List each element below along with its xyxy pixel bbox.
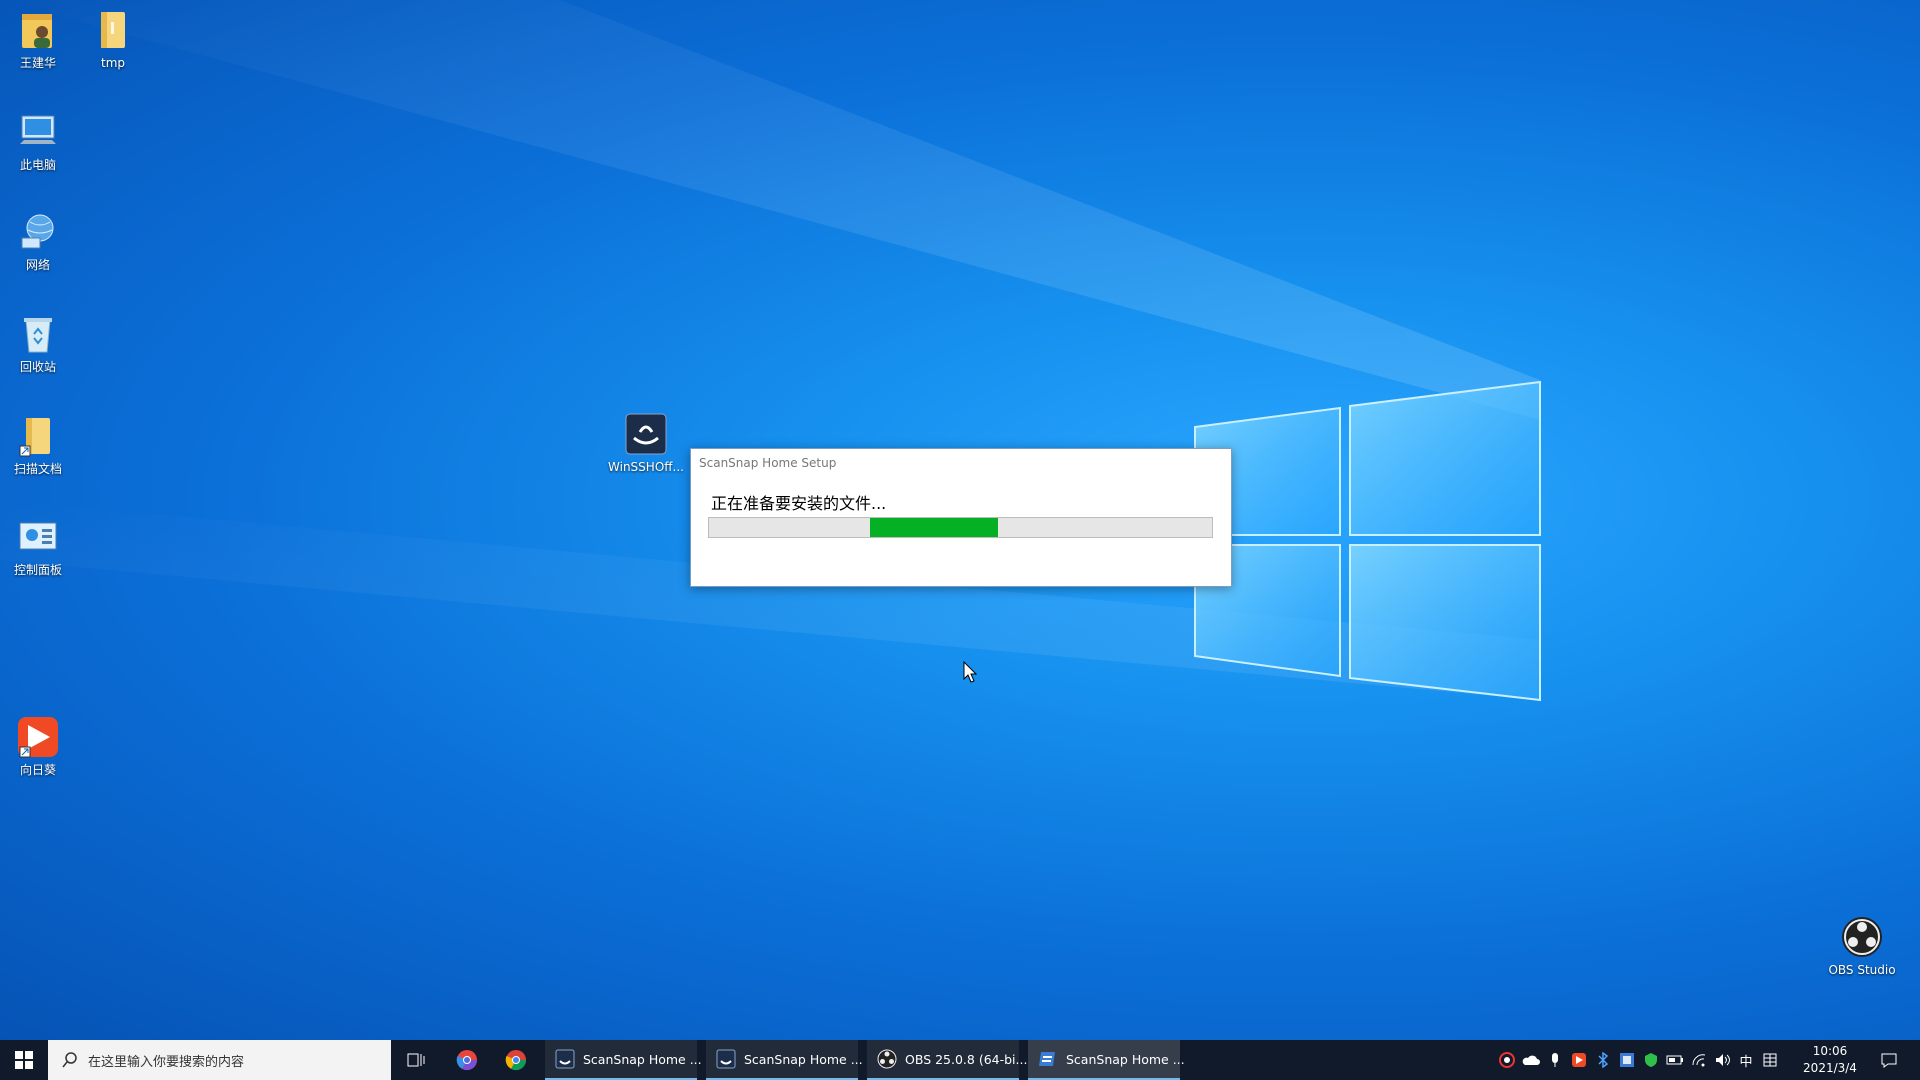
- obs-studio-icon: [1840, 915, 1884, 959]
- user-folder-icon: [16, 8, 60, 52]
- setup-dialog: ScanSnap Home Setup 正在准备要安装的文件...: [690, 448, 1232, 587]
- battery-icon: [1666, 1055, 1683, 1065]
- desktop-icon-label: WinSSHOff...: [608, 460, 684, 474]
- tray-scansnap[interactable]: [1616, 1040, 1638, 1080]
- bluetooth-icon: [1598, 1052, 1609, 1068]
- ime-grid-icon: [1763, 1053, 1777, 1067]
- desktop-background: 王建华 tmp 此电脑 网络 回收站 扫描文档 控制面板 向日葵 WinSSHO…: [0, 0, 1920, 1040]
- dialog-title: ScanSnap Home Setup: [699, 456, 837, 470]
- taskbar-app-label: OBS 25.0.8 (64-bi...: [905, 1051, 1028, 1067]
- desktop-icon-user-folder[interactable]: 王建华: [0, 8, 76, 70]
- obs-icon: [877, 1049, 897, 1069]
- start-button[interactable]: [0, 1040, 48, 1080]
- desktop-icon-recycle-bin[interactable]: 回收站: [0, 312, 76, 374]
- tray-volume[interactable]: [1712, 1040, 1734, 1080]
- windows-start-icon: [15, 1051, 33, 1069]
- desktop-icon-label: 此电脑: [19, 158, 56, 172]
- folder-icon: [91, 8, 135, 52]
- chromium-icon: [456, 1050, 478, 1071]
- chrome-icon: [505, 1050, 527, 1071]
- desktop-icon-label: 扫描文档: [13, 462, 62, 476]
- search-placeholder: 在这里输入你要搜索的内容: [88, 1054, 245, 1070]
- desktop-icon-label: 控制面板: [13, 563, 62, 577]
- desktop-icon-label: 王建华: [19, 56, 56, 70]
- tray-onedrive[interactable]: [1520, 1040, 1542, 1080]
- taskbar-app-scansnap-setup[interactable]: ScanSnap Home ...: [1028, 1040, 1185, 1080]
- mouse-cursor-icon: [963, 661, 978, 683]
- taskbar-app-scansnap-2[interactable]: ScanSnap Home ...: [706, 1040, 863, 1080]
- recycle-bin-icon: [16, 312, 60, 356]
- desktop-icon-tmp[interactable]: tmp: [75, 8, 151, 70]
- tray-ime-layout[interactable]: [1759, 1040, 1781, 1080]
- progress-bar: [708, 517, 1213, 538]
- tray-ime-mode[interactable]: 中: [1735, 1040, 1757, 1080]
- tray-bluetooth[interactable]: [1592, 1040, 1614, 1080]
- desktop-icon-label: OBS Studio: [1828, 963, 1896, 977]
- tray-battery[interactable]: [1664, 1040, 1686, 1080]
- dialog-status-text: 正在准备要安装的文件...: [711, 494, 887, 513]
- tray-microphone[interactable]: [1544, 1040, 1566, 1080]
- task-view-button[interactable]: [404, 1040, 428, 1080]
- wifi-icon: [1692, 1054, 1706, 1067]
- taskbar-clock[interactable]: 10:06 2021/3/4: [1790, 1043, 1870, 1077]
- chrome-taskbar-button[interactable]: [503, 1040, 529, 1080]
- taskbar-app-label: ScanSnap Home ...: [1066, 1051, 1185, 1067]
- action-center-button[interactable]: [1876, 1040, 1902, 1080]
- desktop-icon-label: tmp: [100, 56, 125, 70]
- desktop-icon-this-pc[interactable]: 此电脑: [0, 110, 76, 172]
- desktop-icon-sunlogin[interactable]: 向日葵: [0, 715, 76, 777]
- taskbar-app-label: ScanSnap Home ...: [744, 1051, 863, 1067]
- taskbar-app-scansnap-1[interactable]: ScanSnap Home ...: [545, 1040, 702, 1080]
- search-icon: [62, 1052, 77, 1068]
- desktop-icon-network[interactable]: 网络: [0, 210, 76, 272]
- scansnap-tray-icon: [1620, 1053, 1634, 1067]
- scansnap-setup-icon: [1039, 1052, 1055, 1066]
- tray-obs[interactable]: [1496, 1040, 1518, 1080]
- cloud-icon: [1522, 1055, 1540, 1065]
- task-view-icon: [407, 1053, 425, 1067]
- taskbar-app-obs[interactable]: OBS 25.0.8 (64-bi...: [867, 1040, 1027, 1080]
- desktop-icon-winssh[interactable]: WinSSHOff...: [608, 412, 684, 474]
- progress-indicator: [869, 518, 999, 537]
- desktop-icon-control-panel[interactable]: 控制面板: [0, 515, 76, 577]
- desktop-icon-scan-docs[interactable]: 扫描文档: [0, 414, 76, 476]
- desktop-icon-obs[interactable]: OBS Studio: [1822, 915, 1902, 977]
- obs-tray-icon: [1499, 1052, 1515, 1068]
- desktop-icon-label: 回收站: [19, 360, 56, 374]
- microphone-icon: [1552, 1053, 1558, 1067]
- tray-wifi[interactable]: [1688, 1040, 1710, 1080]
- tray-security[interactable]: [1640, 1040, 1662, 1080]
- volume-icon: [1716, 1054, 1730, 1066]
- sunlogin-icon: [16, 715, 60, 759]
- shield-icon: [1645, 1053, 1657, 1067]
- network-globe-icon: [16, 210, 60, 254]
- desktop-icon-label: 网络: [25, 258, 50, 272]
- folder-shortcut-icon: [16, 414, 60, 458]
- taskbar-search-box[interactable]: 在这里输入你要搜索的内容: [48, 1040, 391, 1080]
- taskbar: 在这里输入你要搜索的内容 ScanSnap Home ... ScanSnap …: [0, 1040, 1920, 1080]
- chromium-taskbar-button[interactable]: [454, 1040, 480, 1080]
- clock-date: 2021/3/4: [1803, 1061, 1857, 1075]
- computer-icon: [16, 110, 60, 154]
- scansnap-icon: [555, 1049, 575, 1069]
- scansnap-app-icon: [624, 412, 668, 456]
- desktop-icon-label: 向日葵: [19, 763, 56, 777]
- scansnap-icon: [716, 1049, 736, 1069]
- app-tray-icon: [1572, 1053, 1586, 1067]
- notification-icon: [1881, 1053, 1897, 1068]
- control-panel-icon: [16, 515, 60, 559]
- tray-app-orange[interactable]: [1568, 1040, 1590, 1080]
- clock-time: 10:06: [1812, 1044, 1848, 1058]
- taskbar-app-label: ScanSnap Home ...: [583, 1051, 702, 1067]
